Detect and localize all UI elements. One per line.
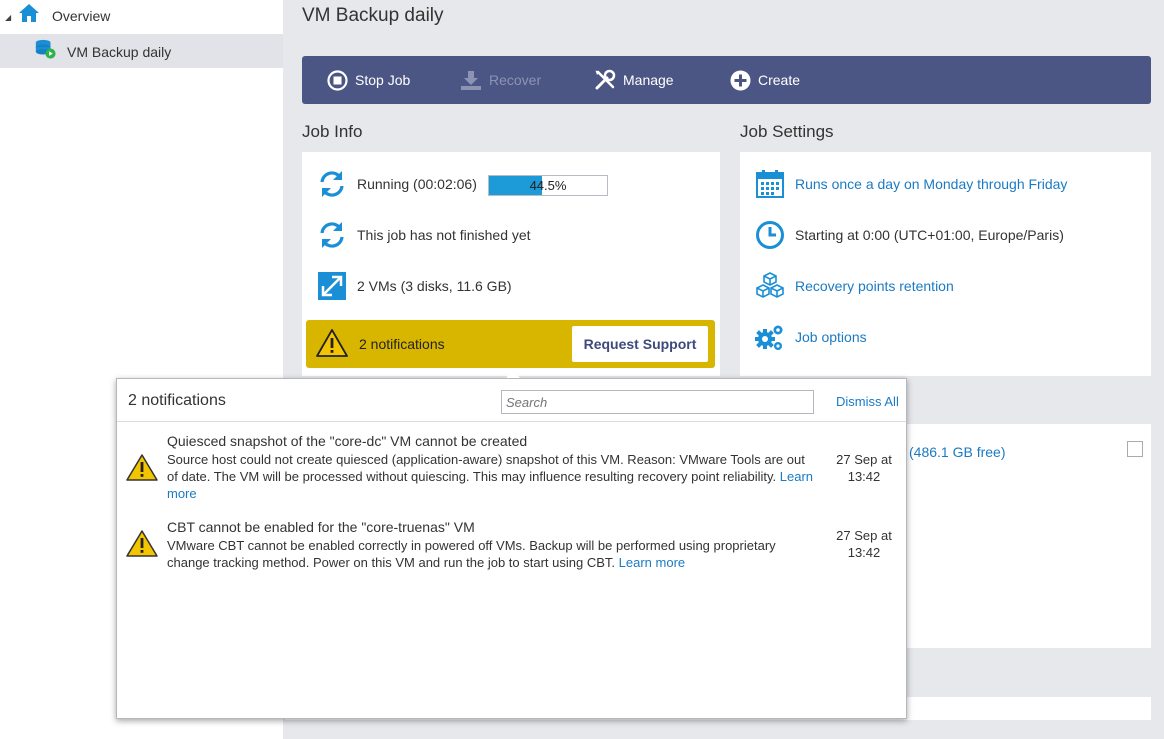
calendar-icon: [756, 170, 784, 198]
home-icon: [19, 4, 39, 22]
start-time-row: Starting at 0:00 (UTC+01:00, Europe/Pari…: [740, 220, 1151, 250]
recover-label: Recover: [489, 72, 542, 88]
job-progress-bar: 44.5%: [488, 175, 608, 196]
job-options-link[interactable]: Job options: [795, 329, 867, 345]
notifications-count-label: 2 notifications: [359, 336, 445, 352]
stop-icon: [327, 69, 348, 91]
job-settings-panel: Runs once a day on Monday through Friday…: [740, 152, 1151, 376]
manage-label: Manage: [623, 72, 674, 88]
stop-job-label: Stop Job: [355, 72, 411, 88]
sidebar-item-label: VM Backup daily: [67, 44, 172, 60]
toolbar: Stop Job Recover Manage Create: [302, 56, 1151, 104]
sidebar-item-label: Overview: [52, 8, 111, 24]
page-title: VM Backup daily: [302, 5, 444, 26]
gears-icon: [755, 325, 783, 350]
notification-time: 13:42: [847, 545, 881, 560]
plus-circle-icon: [730, 70, 751, 90]
sidebar-item-vm-backup-daily[interactable]: VM Backup daily: [0, 34, 283, 68]
refresh-running-icon: [320, 171, 344, 197]
schedule-row[interactable]: Runs once a day on Monday through Friday: [740, 169, 1151, 199]
wrench-screwdriver-icon: [595, 69, 616, 90]
start-time-text: Starting at 0:00 (UTC+01:00, Europe/Pari…: [795, 227, 1064, 243]
warning-icon: [316, 329, 348, 357]
retention-row[interactable]: Recovery points retention: [740, 271, 1151, 301]
create-button[interactable]: Create: [730, 56, 800, 104]
job-info-heading: Job Info: [302, 122, 363, 141]
popup-divider: [117, 421, 906, 422]
learn-more-link[interactable]: Learn more: [619, 555, 685, 570]
notification-title: CBT cannot be enabled for the "core-true…: [167, 519, 475, 535]
notification-date: 27 Sep at: [836, 452, 892, 467]
job-status-text: Running (00:02:06): [357, 176, 477, 192]
vm-expand-icon: [318, 272, 346, 300]
notifications-bar[interactable]: 2 notifications Request Support: [306, 320, 715, 368]
vms-text: 2 VMs (3 disks, 11.6 GB): [357, 278, 512, 294]
notification-item: Quiesced snapshot of the "core-dc" VM ca…: [117, 433, 906, 503]
notification-body-text: Source host could not create quiesced (a…: [167, 452, 805, 484]
collapse-caret-icon[interactable]: ◢: [5, 13, 11, 22]
notification-body: VMware CBT cannot be enabled correctly i…: [167, 537, 817, 571]
dismiss-all-link[interactable]: Dismiss All: [836, 394, 899, 409]
sidebar-item-overview[interactable]: ◢ Overview: [0, 0, 283, 34]
recover-button[interactable]: Recover: [460, 56, 541, 104]
notification-time: 13:42: [847, 469, 881, 484]
notification-timestamp: 27 Sep at 13:42: [829, 451, 899, 485]
warning-icon: [126, 530, 158, 557]
job-settings-heading: Job Settings: [740, 122, 834, 141]
notification-item: CBT cannot be enabled for the "core-true…: [117, 519, 906, 579]
manage-button[interactable]: Manage: [594, 56, 674, 104]
select-checkbox[interactable]: [1127, 441, 1143, 457]
vm-backup-job-icon: [35, 39, 56, 59]
last-run-text: This job has not finished yet: [357, 227, 531, 243]
create-label: Create: [758, 72, 801, 88]
job-options-row[interactable]: Job options: [740, 322, 1151, 352]
clock-icon: [756, 221, 784, 249]
recover-download-icon: [461, 70, 481, 90]
storage-free-text: (486.1 GB free): [909, 444, 1006, 460]
retention-link[interactable]: Recovery points retention: [795, 278, 954, 294]
job-status-row: Running (00:02:06) 44.5%: [302, 169, 720, 199]
cubes-icon: [756, 272, 784, 298]
stop-job-button[interactable]: Stop Job: [327, 56, 410, 104]
warning-icon: [126, 454, 158, 481]
last-run-row: This job has not finished yet: [302, 220, 720, 250]
notification-body: Source host could not create quiesced (a…: [167, 451, 817, 502]
refresh-icon: [320, 222, 344, 248]
vms-row: 2 VMs (3 disks, 11.6 GB): [302, 271, 720, 301]
schedule-link[interactable]: Runs once a day on Monday through Friday: [795, 176, 1067, 192]
notifications-popup: 2 notifications Dismiss All Quiesced sna…: [116, 378, 907, 719]
notification-search-input[interactable]: [501, 390, 814, 414]
notification-date: 27 Sep at: [836, 528, 892, 543]
request-support-button[interactable]: Request Support: [572, 326, 708, 362]
progress-label: 44.5%: [529, 178, 567, 193]
notification-timestamp: 27 Sep at 13:42: [829, 527, 899, 561]
notification-title: Quiesced snapshot of the "core-dc" VM ca…: [167, 433, 528, 449]
popup-pointer: [506, 371, 520, 378]
popup-title: 2 notifications: [128, 392, 226, 409]
